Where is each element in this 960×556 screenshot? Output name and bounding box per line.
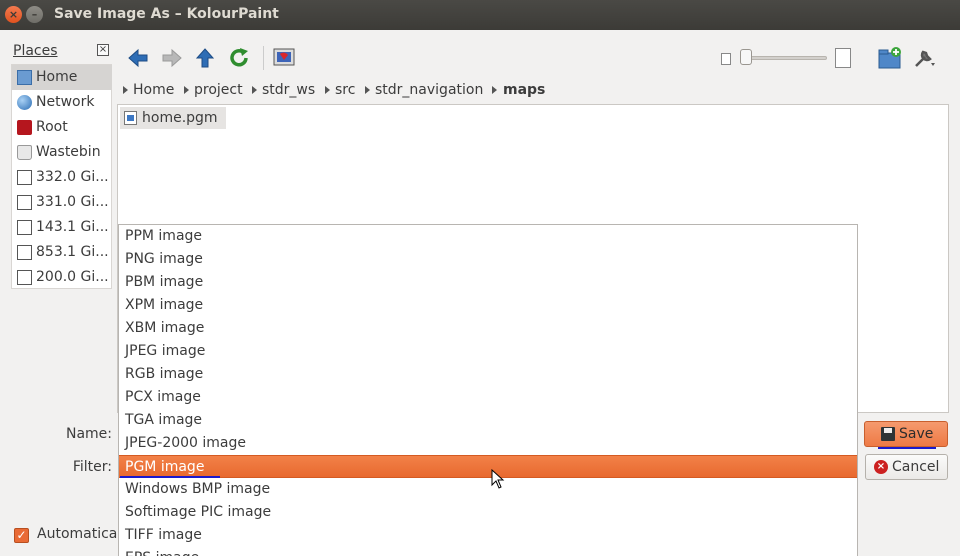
place-item-drive[interactable]: 200.0 Gi... <box>12 265 112 290</box>
file-name: home.pgm <box>142 110 218 126</box>
cancel-button[interactable]: × Cancel <box>865 454 948 480</box>
back-arrow-icon[interactable] <box>126 46 150 70</box>
filter-option[interactable]: RGB image <box>119 363 857 386</box>
breadcrumb-arrow-icon[interactable] <box>184 86 189 94</box>
filter-option[interactable]: Softimage PIC image <box>119 501 857 524</box>
filter-option[interactable]: TGA image <box>119 409 857 432</box>
drive-icon <box>17 245 32 260</box>
place-item-wastebin[interactable]: Wastebin <box>12 140 112 165</box>
breadcrumb-home[interactable]: Home <box>133 82 174 98</box>
filter-dropdown-list[interactable]: PPM image PNG image PBM image XPM image … <box>118 224 858 556</box>
place-item-label: 332.0 Gi... <box>36 169 109 185</box>
filter-option[interactable]: TIFF image <box>119 524 857 547</box>
filter-option-highlight-underline <box>120 476 220 478</box>
network-globe-icon <box>17 95 32 110</box>
place-item-root[interactable]: Root <box>12 115 112 140</box>
place-item-drive[interactable]: 853.1 Gi... <box>12 240 112 265</box>
auto-extension-checkbox[interactable]: ✓ <box>14 528 29 543</box>
home-folder-icon <box>17 70 32 85</box>
breadcrumb-arrow-icon[interactable] <box>325 86 330 94</box>
place-item-label: 200.0 Gi... <box>36 269 109 285</box>
breadcrumb-arrow-icon[interactable] <box>492 86 497 94</box>
place-item-drive[interactable]: 143.1 Gi... <box>12 215 112 240</box>
window-minimize-button[interactable]: – <box>26 6 43 23</box>
title-bar: × – Save Image As – KolourPaint <box>0 0 960 30</box>
up-arrow-icon[interactable] <box>193 46 217 70</box>
floppy-disk-icon <box>881 427 895 441</box>
breadcrumb-src[interactable]: src <box>335 82 355 98</box>
place-item-network[interactable]: Network <box>12 90 112 115</box>
name-label: Name: <box>65 426 112 442</box>
reload-icon[interactable] <box>227 46 251 70</box>
image-file-icon <box>124 111 137 125</box>
places-list: Home Network Root Wastebin 332.0 Gi... 3… <box>11 64 112 289</box>
forward-arrow-icon[interactable] <box>160 46 184 70</box>
save-highlight-underline <box>878 447 936 449</box>
place-item-label: Network <box>36 94 95 110</box>
place-item-label: Home <box>36 69 78 85</box>
filter-option[interactable]: XPM image <box>119 294 857 317</box>
mouse-cursor-icon <box>491 469 505 489</box>
save-button-label: Save <box>899 426 934 442</box>
root-folder-icon <box>17 120 32 135</box>
filter-option[interactable]: JPEG image <box>119 340 857 363</box>
place-item-label: 853.1 Gi... <box>36 244 109 260</box>
file-item[interactable]: home.pgm <box>120 107 226 129</box>
filter-option[interactable]: PNG image <box>119 248 857 271</box>
drive-icon <box>17 170 32 185</box>
drive-icon <box>17 195 32 210</box>
cancel-button-label: Cancel <box>892 459 940 475</box>
place-item-home[interactable]: Home <box>12 65 112 90</box>
filter-option[interactable]: PCX image <box>119 386 857 409</box>
breadcrumb-arrow-icon[interactable] <box>252 86 257 94</box>
zoom-slider[interactable] <box>745 56 827 60</box>
window-close-button[interactable]: × <box>5 6 22 23</box>
breadcrumb-stdr-navigation[interactable]: stdr_navigation <box>375 82 483 98</box>
filter-option[interactable]: EPS image <box>119 547 857 556</box>
toolbar-separator <box>263 46 264 70</box>
preview-icon[interactable] <box>272 46 296 70</box>
window-title: Save Image As – KolourPaint <box>54 6 279 22</box>
filter-option[interactable]: PBM image <box>119 271 857 294</box>
breadcrumb-stdr-ws[interactable]: stdr_ws <box>262 82 315 98</box>
zoom-in-page-icon <box>835 48 851 68</box>
auto-extension-label: Automatical <box>37 526 122 542</box>
place-item-label: Wastebin <box>36 144 101 160</box>
filter-option[interactable]: Windows BMP image <box>119 478 857 501</box>
place-item-drive[interactable]: 331.0 Gi... <box>12 190 112 215</box>
filter-option[interactable]: JPEG-2000 image <box>119 432 857 455</box>
place-item-label: Root <box>36 119 68 135</box>
filter-option-selected[interactable]: PGM image <box>119 455 857 478</box>
breadcrumb-project[interactable]: project <box>194 82 243 98</box>
breadcrumb-arrow-icon[interactable] <box>123 86 128 94</box>
trash-icon <box>17 145 32 160</box>
place-item-label: 143.1 Gi... <box>36 219 109 235</box>
filter-option[interactable]: XBM image <box>119 317 857 340</box>
cancel-icon: × <box>874 460 888 474</box>
place-item-label: 331.0 Gi... <box>36 194 109 210</box>
save-button[interactable]: Save <box>864 421 948 447</box>
drive-icon <box>17 220 32 235</box>
zoom-out-page-icon <box>721 53 731 65</box>
zoom-slider-handle[interactable] <box>740 49 752 65</box>
new-folder-icon[interactable] <box>878 46 902 70</box>
drive-icon <box>17 270 32 285</box>
place-item-drive[interactable]: 332.0 Gi... <box>12 165 112 190</box>
filter-label: Filter: <box>72 459 112 475</box>
filter-option[interactable]: PPM image <box>119 225 857 248</box>
places-header: Places <box>13 43 58 59</box>
options-wrench-icon[interactable] <box>912 46 936 70</box>
breadcrumb-arrow-icon[interactable] <box>365 86 370 94</box>
places-close-icon[interactable]: × <box>97 44 109 56</box>
breadcrumb-maps[interactable]: maps <box>503 82 545 98</box>
